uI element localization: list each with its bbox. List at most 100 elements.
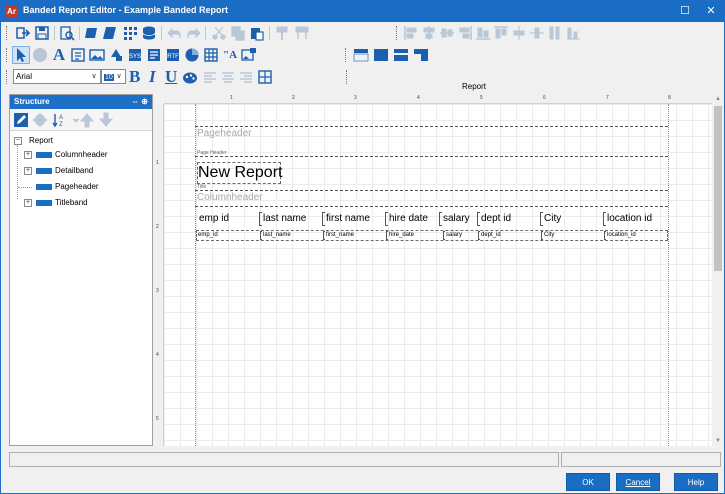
detail-field-dept-id[interactable]: dept_id bbox=[478, 231, 501, 240]
bold-button[interactable]: B bbox=[129, 67, 140, 87]
preview-icon[interactable] bbox=[15, 25, 31, 41]
align-middle-icon[interactable] bbox=[439, 25, 455, 41]
text-align-right-icon[interactable] bbox=[238, 69, 254, 85]
grid-icon[interactable] bbox=[122, 25, 138, 41]
italic-button[interactable]: I bbox=[149, 67, 156, 87]
help-button[interactable]: Help bbox=[674, 473, 718, 491]
align-right-icon[interactable] bbox=[457, 25, 473, 41]
move-down-icon[interactable] bbox=[98, 112, 114, 128]
align-top-icon[interactable] bbox=[493, 25, 509, 41]
color-palette-icon[interactable] bbox=[182, 69, 198, 85]
scroll-down-icon[interactable]: ▼ bbox=[712, 436, 724, 446]
column-header-emp-id[interactable]: emp id bbox=[199, 212, 229, 226]
detail-field-last-name[interactable]: last_name bbox=[260, 231, 291, 240]
detail-field-salary[interactable]: salary bbox=[443, 231, 462, 240]
band-bottom-icon[interactable] bbox=[393, 47, 409, 63]
column-header-location-id[interactable]: location id bbox=[603, 212, 652, 226]
maximize-button[interactable]: ☐ bbox=[672, 1, 698, 22]
report-page[interactable]: Pageheader Page Header New Report Title … bbox=[164, 104, 712, 446]
field-icon[interactable] bbox=[70, 47, 86, 63]
toolbar-grip[interactable] bbox=[6, 70, 8, 84]
scroll-up-icon[interactable]: ▲ bbox=[712, 94, 724, 104]
underline-button[interactable]: U bbox=[165, 67, 177, 87]
page-setup-icon[interactable] bbox=[294, 25, 310, 41]
shape-icon[interactable] bbox=[108, 47, 124, 63]
detail-field-hire-date[interactable]: hire_date bbox=[386, 231, 414, 240]
scrollbar-thumb[interactable] bbox=[714, 106, 722, 271]
toolbar-grip[interactable] bbox=[346, 70, 348, 84]
fields-icon[interactable] bbox=[84, 25, 100, 41]
image-icon[interactable] bbox=[89, 47, 105, 63]
same-width-icon[interactable] bbox=[547, 25, 563, 41]
chevron-down-icon[interactable]: ∨ bbox=[89, 71, 99, 82]
border-icon[interactable] bbox=[257, 69, 273, 85]
column-header-salary[interactable]: salary bbox=[439, 212, 470, 226]
band-top-icon[interactable] bbox=[353, 47, 369, 63]
band-separator[interactable] bbox=[195, 206, 668, 207]
table-icon[interactable] bbox=[203, 47, 219, 63]
band-full-icon[interactable] bbox=[373, 47, 389, 63]
expand-icon[interactable]: + bbox=[24, 199, 32, 207]
same-height-icon[interactable] bbox=[565, 25, 581, 41]
edit-icon[interactable] bbox=[13, 112, 29, 128]
settings-icon[interactable] bbox=[32, 112, 48, 128]
cancel-button[interactable]: Cancel bbox=[616, 473, 660, 491]
sort-icon[interactable]: AZ bbox=[52, 112, 68, 128]
band-separator[interactable] bbox=[195, 190, 668, 191]
picture-icon[interactable] bbox=[241, 47, 257, 63]
column-header-hire-date[interactable]: hire date bbox=[385, 212, 428, 226]
detail-field-first-name[interactable]: first_name bbox=[323, 231, 354, 240]
detail-field-city[interactable]: City bbox=[541, 231, 554, 240]
print-preview-icon[interactable] bbox=[59, 25, 75, 41]
close-button[interactable]: ✕ bbox=[698, 1, 724, 22]
sort-dropdown-icon[interactable] bbox=[68, 112, 80, 128]
redo-icon[interactable] bbox=[185, 25, 201, 41]
label-icon[interactable]: "A bbox=[222, 47, 238, 63]
move-up-icon[interactable] bbox=[79, 112, 95, 128]
font-size-select[interactable]: 10 ∨ bbox=[101, 69, 126, 84]
column-header-dept-id[interactable]: dept id bbox=[477, 212, 511, 226]
delete-icon[interactable] bbox=[32, 47, 48, 63]
align-left-icon[interactable] bbox=[403, 25, 419, 41]
collapse-icon[interactable]: − bbox=[14, 137, 22, 145]
toolbar-grip[interactable] bbox=[6, 48, 8, 62]
copy-icon[interactable] bbox=[230, 25, 246, 41]
chart-icon[interactable] bbox=[184, 47, 200, 63]
save-icon[interactable] bbox=[34, 25, 50, 41]
toolbar-grip[interactable] bbox=[6, 26, 8, 40]
toolbar-grip[interactable] bbox=[345, 48, 347, 62]
detail-field-location-id[interactable]: location_id bbox=[604, 231, 636, 240]
cut-icon[interactable] bbox=[211, 25, 227, 41]
ok-button[interactable]: OK bbox=[566, 473, 610, 491]
align-center-icon[interactable] bbox=[421, 25, 437, 41]
format-painter-icon[interactable] bbox=[275, 25, 291, 41]
detail-field-emp-id[interactable]: emp_id bbox=[198, 231, 218, 240]
rtf-icon[interactable]: RTF bbox=[165, 47, 181, 63]
database-icon[interactable] bbox=[141, 25, 157, 41]
column-header-last-name[interactable]: last name bbox=[259, 212, 306, 226]
font-name-select[interactable]: Arial ∨ bbox=[13, 69, 101, 84]
toolbar-grip[interactable] bbox=[396, 26, 398, 40]
system-field-icon[interactable]: SYS bbox=[127, 47, 143, 63]
column-header-city[interactable]: City bbox=[540, 212, 561, 226]
text-align-center-icon[interactable] bbox=[220, 69, 236, 85]
text-align-left-icon[interactable] bbox=[202, 69, 218, 85]
undo-icon[interactable] bbox=[167, 25, 183, 41]
edit-icon[interactable] bbox=[102, 25, 118, 41]
center-vertical-icon[interactable] bbox=[529, 25, 545, 41]
center-horizontal-icon[interactable] bbox=[511, 25, 527, 41]
report-title-text[interactable]: New Report bbox=[198, 164, 282, 182]
pointer-icon[interactable] bbox=[12, 46, 30, 64]
subreport-icon[interactable] bbox=[146, 47, 162, 63]
band-separator[interactable] bbox=[195, 156, 668, 157]
expand-icon[interactable]: + bbox=[24, 151, 32, 159]
pin-icon[interactable]: ⇔ ⊕ bbox=[131, 95, 148, 109]
band-left-icon[interactable] bbox=[413, 47, 429, 63]
chevron-down-icon[interactable]: ∨ bbox=[114, 71, 124, 82]
vertical-scrollbar[interactable]: ▲ ▼ bbox=[712, 94, 724, 446]
align-bottom-icon[interactable] bbox=[475, 25, 491, 41]
paste-icon[interactable] bbox=[249, 25, 265, 41]
column-header-first-name[interactable]: first name bbox=[322, 212, 370, 226]
text-icon[interactable]: A bbox=[51, 46, 67, 63]
expand-icon[interactable]: + bbox=[24, 167, 32, 175]
